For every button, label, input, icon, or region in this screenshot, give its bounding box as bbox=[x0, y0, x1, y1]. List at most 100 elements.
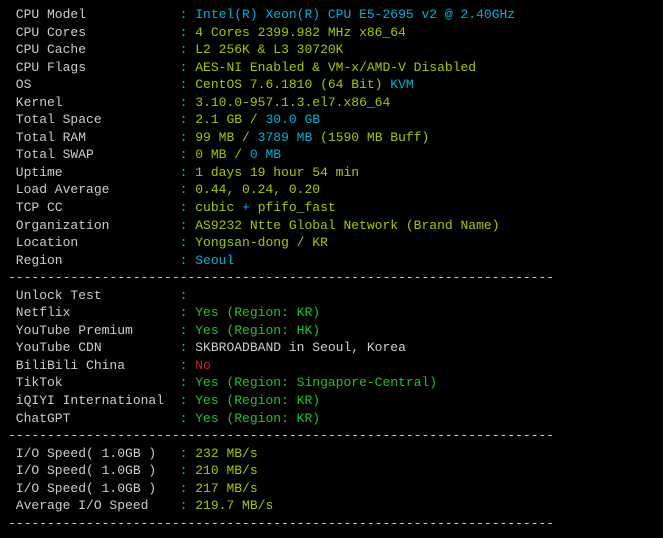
colon: : bbox=[180, 411, 196, 426]
label: Average I/O Speed bbox=[8, 497, 180, 515]
colon: : bbox=[180, 42, 196, 57]
value: Yes (Region: Singapore-Central) bbox=[195, 375, 437, 390]
colon: : bbox=[180, 165, 196, 180]
row-kernel: Kernel : 3.10.0-957.1.3.el7.x86_64 bbox=[8, 94, 655, 112]
label: Total Space bbox=[8, 111, 180, 129]
row-cpu-model: CPU Model : Intel(R) Xeon(R) CPU E5-2695… bbox=[8, 6, 655, 24]
divider: ----------------------------------------… bbox=[8, 515, 655, 533]
value: SKBROADBAND in Seoul, Korea bbox=[195, 340, 406, 355]
row-organization: Organization : AS9232 Ntte Global Networ… bbox=[8, 217, 655, 235]
value: 217 MB/s bbox=[195, 481, 257, 496]
row-total-space: Total Space : 2.1 GB / 30.0 GB bbox=[8, 111, 655, 129]
colon: : bbox=[180, 235, 196, 250]
colon: : bbox=[180, 340, 196, 355]
label: CPU Model bbox=[8, 6, 180, 24]
label: TikTok bbox=[8, 374, 180, 392]
value: Yes (Region: KR) bbox=[195, 305, 320, 320]
plus: + bbox=[242, 200, 250, 215]
colon: : bbox=[180, 130, 196, 145]
value: Seoul bbox=[195, 253, 234, 268]
row-youtube-premium: YouTube Premium : Yes (Region: HK) bbox=[8, 322, 655, 340]
colon: : bbox=[180, 446, 196, 461]
colon: : bbox=[180, 305, 196, 320]
value: 4 Cores 2399.982 MHz x86_64 bbox=[195, 25, 406, 40]
value2: pfifo_fast bbox=[258, 200, 336, 215]
colon: : bbox=[180, 498, 196, 513]
row-cpu-cores: CPU Cores : 4 Cores 2399.982 MHz x86_64 bbox=[8, 24, 655, 42]
value: CentOS 7.6.1810 (64 Bit) bbox=[195, 77, 382, 92]
colon: : bbox=[180, 358, 196, 373]
label: CPU Flags bbox=[8, 59, 180, 77]
value: Yes (Region: KR) bbox=[195, 393, 320, 408]
colon: : bbox=[180, 463, 196, 478]
row-cpu-cache: CPU Cache : L2 256K & L3 30720K bbox=[8, 41, 655, 59]
value-kvm: KVM bbox=[390, 77, 413, 92]
colon: : bbox=[180, 147, 196, 162]
row-cpu-flags: CPU Flags : AES-NI Enabled & VM-x/AMD-V … bbox=[8, 59, 655, 77]
label: CPU Cores bbox=[8, 24, 180, 42]
value: 232 MB/s bbox=[195, 446, 257, 461]
colon: : bbox=[180, 481, 196, 496]
colon: : bbox=[180, 7, 196, 22]
colon: : bbox=[180, 288, 188, 303]
colon: : bbox=[180, 25, 196, 40]
row-tiktok: TikTok : Yes (Region: Singapore-Central) bbox=[8, 374, 655, 392]
value-used: 0 MB / bbox=[195, 147, 242, 162]
label: Uptime bbox=[8, 164, 180, 182]
row-iqiyi: iQIYI International : Yes (Region: KR) bbox=[8, 392, 655, 410]
value: Yes (Region: KR) bbox=[195, 411, 320, 426]
label: ChatGPT bbox=[8, 410, 180, 428]
label: Unlock Test bbox=[8, 287, 180, 305]
value-total: 0 MB bbox=[250, 147, 281, 162]
colon: : bbox=[180, 200, 196, 215]
label: iQIYI International bbox=[8, 392, 180, 410]
value: L2 256K & L3 30720K bbox=[195, 42, 343, 57]
label: YouTube CDN bbox=[8, 339, 180, 357]
label: Load Average bbox=[8, 181, 180, 199]
colon: : bbox=[180, 95, 196, 110]
value: AES-NI Enabled & VM-x/AMD-V Disabled bbox=[195, 60, 476, 75]
row-os: OS : CentOS 7.6.1810 (64 Bit) KVM bbox=[8, 76, 655, 94]
label: BiliBili China bbox=[8, 357, 180, 375]
colon: : bbox=[180, 323, 196, 338]
value-total: 30.0 GB bbox=[265, 112, 320, 127]
row-total-ram: Total RAM : 99 MB / 3789 MB (1590 MB Buf… bbox=[8, 129, 655, 147]
row-location: Location : Yongsan-dong / KR bbox=[8, 234, 655, 252]
colon: : bbox=[180, 182, 196, 197]
label: I/O Speed( 1.0GB ) bbox=[8, 462, 180, 480]
colon: : bbox=[180, 112, 196, 127]
row-uptime: Uptime : 1 days 19 hour 54 min bbox=[8, 164, 655, 182]
colon: : bbox=[180, 375, 196, 390]
label: Organization bbox=[8, 217, 180, 235]
value: No bbox=[195, 358, 211, 373]
row-io1: I/O Speed( 1.0GB ) : 232 MB/s bbox=[8, 445, 655, 463]
value: 3.10.0-957.1.3.el7.x86_64 bbox=[195, 95, 390, 110]
row-bilibili: BiliBili China : No bbox=[8, 357, 655, 375]
label: Region bbox=[8, 252, 180, 270]
row-io3: I/O Speed( 1.0GB ) : 217 MB/s bbox=[8, 480, 655, 498]
colon: : bbox=[180, 253, 196, 268]
value: 219.7 MB/s bbox=[195, 498, 273, 513]
label: CPU Cache bbox=[8, 41, 180, 59]
label: OS bbox=[8, 76, 180, 94]
label: Total SWAP bbox=[8, 146, 180, 164]
row-region: Region : Seoul bbox=[8, 252, 655, 270]
divider: ----------------------------------------… bbox=[8, 427, 655, 445]
colon: : bbox=[180, 218, 196, 233]
row-unlock-test: Unlock Test : bbox=[8, 287, 655, 305]
value: 210 MB/s bbox=[195, 463, 257, 478]
row-io-avg: Average I/O Speed : 219.7 MB/s bbox=[8, 497, 655, 515]
value-buff: (1590 MB Buff) bbox=[320, 130, 429, 145]
row-chatgpt: ChatGPT : Yes (Region: KR) bbox=[8, 410, 655, 428]
value: Yes (Region: HK) bbox=[195, 323, 320, 338]
divider: ----------------------------------------… bbox=[8, 269, 655, 287]
row-load-avg: Load Average : 0.44, 0.24, 0.20 bbox=[8, 181, 655, 199]
value: Intel(R) Xeon(R) CPU E5-2695 v2 @ 2.40GH… bbox=[195, 7, 515, 22]
row-netflix: Netflix : Yes (Region: KR) bbox=[8, 304, 655, 322]
label: Kernel bbox=[8, 94, 180, 112]
label: TCP CC bbox=[8, 199, 180, 217]
label: Location bbox=[8, 234, 180, 252]
value: Yongsan-dong / KR bbox=[195, 235, 328, 250]
value: 1 days 19 hour 54 min bbox=[195, 165, 359, 180]
colon: : bbox=[180, 60, 196, 75]
